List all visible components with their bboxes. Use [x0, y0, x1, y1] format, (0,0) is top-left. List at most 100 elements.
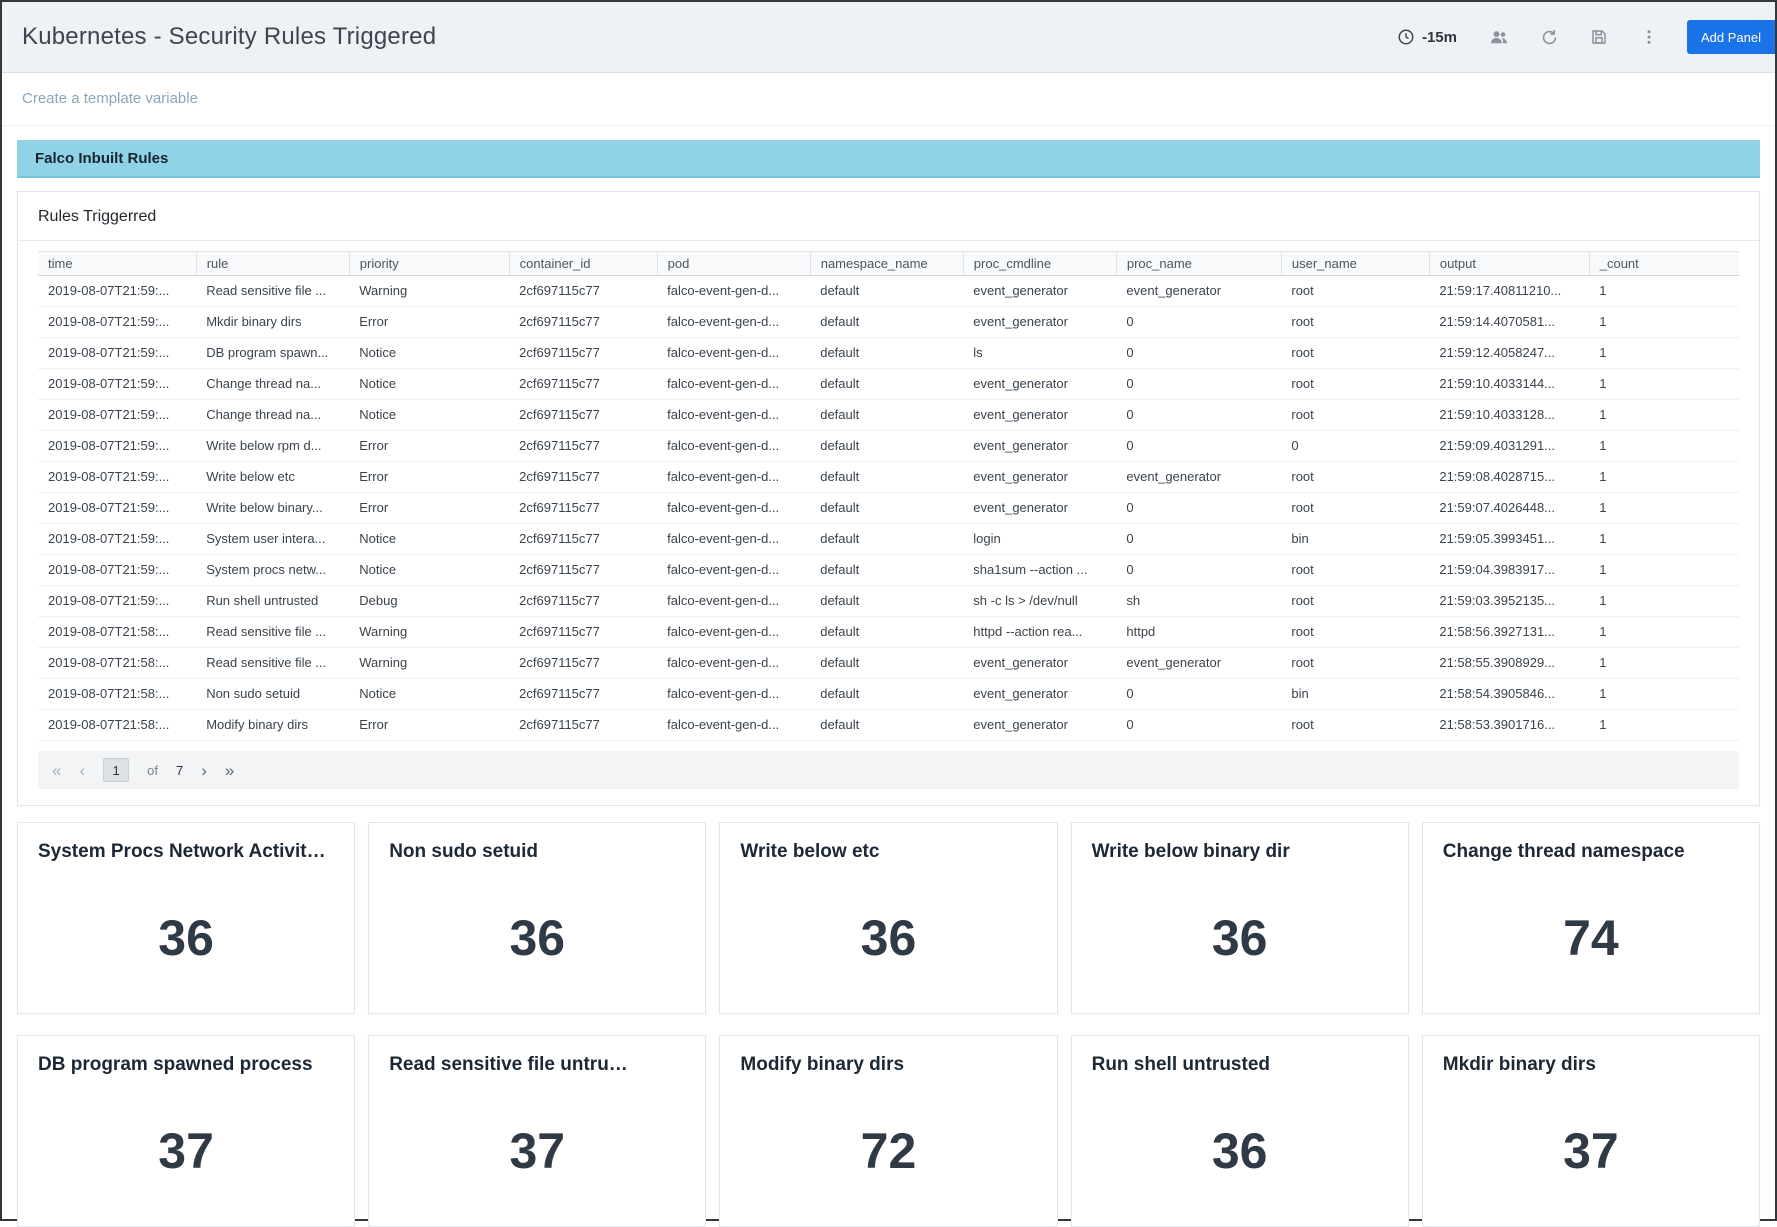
- column-header-output[interactable]: output: [1429, 251, 1590, 276]
- cell-priority: Notice: [349, 337, 510, 369]
- table-row[interactable]: 2019-08-07T21:59:... DB program spawn... N…: [38, 337, 1739, 369]
- table-row[interactable]: 2019-08-07T21:58:... Modify binary dirs Er…: [38, 709, 1739, 741]
- table-row[interactable]: 2019-08-07T21:59:... System procs netw...…: [38, 554, 1739, 586]
- table-row[interactable]: 2019-08-07T21:58:... Read sensitive file …: [38, 616, 1739, 648]
- header: Kubernetes - Security Rules Triggered -1…: [2, 2, 1775, 73]
- cell-container_id: 2cf697115c77: [509, 492, 658, 524]
- column-header-proc_cmdline[interactable]: proc_cmdline: [963, 251, 1117, 276]
- cell-output: 21:59:04.3983917...: [1429, 554, 1590, 586]
- column-header-_count[interactable]: _count: [1589, 251, 1739, 276]
- cell-container_id: 2cf697115c77: [509, 399, 658, 431]
- table-row[interactable]: 2019-08-07T21:59:... Write below rpm d...…: [38, 430, 1739, 462]
- dashboard-body: Falco Inbuilt Rules Rules Triggerred tim…: [2, 140, 1775, 1227]
- cell-output: 21:59:12.4058247...: [1429, 337, 1590, 369]
- prev-page-icon[interactable]: ‹: [79, 762, 85, 779]
- stat-card[interactable]: System Procs Network Activity Alerts 36: [17, 822, 356, 1014]
- table-row[interactable]: 2019-08-07T21:59:... Write below binary..…: [38, 492, 1739, 524]
- cell-proc_name: event_generator: [1116, 275, 1282, 307]
- cell-namespace_name: default: [810, 306, 964, 338]
- save-icon[interactable]: [1587, 25, 1611, 49]
- cell-rule: Non sudo setuid: [196, 678, 350, 710]
- cell-pod: falco-event-gen-d...: [657, 399, 811, 431]
- stat-card[interactable]: Non sudo setuid 36: [368, 822, 707, 1014]
- cell-proc_cmdline: ls: [963, 337, 1117, 369]
- column-header-priority[interactable]: priority: [349, 251, 510, 276]
- table-row[interactable]: 2019-08-07T21:59:... Read sensitive file …: [38, 275, 1739, 307]
- header-controls: -15m Add Panel: [1397, 20, 1775, 54]
- table-row[interactable]: 2019-08-07T21:59:... Run shell untrusted D…: [38, 585, 1739, 617]
- cell-user_name: root: [1281, 492, 1430, 524]
- cell-pod: falco-event-gen-d...: [657, 430, 811, 462]
- stat-card[interactable]: Read sensitive file untru… 37: [368, 1035, 707, 1227]
- table-row[interactable]: 2019-08-07T21:58:... Read sensitive file …: [38, 647, 1739, 679]
- cell-proc_cmdline: event_generator: [963, 461, 1117, 493]
- cell-pod: falco-event-gen-d...: [657, 275, 811, 307]
- cell-proc_name: httpd: [1116, 616, 1282, 648]
- cell-user_name: root: [1281, 616, 1430, 648]
- cell-time: 2019-08-07T21:59:...: [38, 492, 197, 524]
- cell-container_id: 2cf697115c77: [509, 585, 658, 617]
- next-page-icon[interactable]: ›: [201, 762, 207, 779]
- table-row[interactable]: 2019-08-07T21:59:... Change thread na... N…: [38, 399, 1739, 431]
- stat-card[interactable]: Run shell untrusted 36: [1070, 1035, 1409, 1227]
- refresh-icon[interactable]: [1537, 25, 1561, 49]
- table-row[interactable]: 2019-08-07T21:59:... System user intera..…: [38, 523, 1739, 555]
- stat-card[interactable]: Modify binary dirs 72: [719, 1035, 1058, 1227]
- stat-card[interactable]: Mkdir binary dirs 37: [1421, 1035, 1760, 1227]
- column-header-pod[interactable]: pod: [657, 251, 811, 276]
- cell-proc_cmdline: event_generator: [963, 709, 1117, 741]
- cell-output: 21:59:14.4070581...: [1429, 306, 1590, 338]
- add-panel-button[interactable]: Add Panel: [1687, 20, 1775, 54]
- stat-card-value: 37: [158, 1123, 214, 1179]
- table-row[interactable]: 2019-08-07T21:58:... Non sudo setuid Notic…: [38, 678, 1739, 710]
- cell-time: 2019-08-07T21:59:...: [38, 337, 197, 369]
- cell-priority: Notice: [349, 523, 510, 555]
- cell-rule: Change thread na...: [196, 368, 350, 400]
- column-header-container_id[interactable]: container_id: [509, 251, 658, 276]
- cell-namespace_name: default: [810, 647, 964, 679]
- create-template-variable-link[interactable]: Create a template variable: [22, 90, 198, 107]
- cell-_count: 1: [1589, 399, 1739, 431]
- column-header-rule[interactable]: rule: [196, 251, 350, 276]
- column-header-namespace_name[interactable]: namespace_name: [810, 251, 964, 276]
- cell-rule: System procs netw...: [196, 554, 350, 586]
- first-page-icon[interactable]: «: [52, 762, 61, 779]
- cell-time: 2019-08-07T21:59:...: [38, 523, 197, 555]
- cell-container_id: 2cf697115c77: [509, 430, 658, 462]
- cell-container_id: 2cf697115c77: [509, 275, 658, 307]
- stat-card-title: Non sudo setuid: [389, 841, 539, 862]
- current-page-input[interactable]: 1: [103, 758, 130, 782]
- cell-output: 21:58:54.3905846...: [1429, 678, 1590, 710]
- table-row[interactable]: 2019-08-07T21:59:... Change thread na... N…: [38, 368, 1739, 400]
- group-banner-falco-inbuilt-rules[interactable]: Falco Inbuilt Rules: [17, 140, 1760, 178]
- cell-proc_cmdline: event_generator: [963, 492, 1117, 524]
- stat-card[interactable]: Write below binary dir 36: [1070, 822, 1409, 1014]
- column-header-time[interactable]: time: [38, 251, 197, 276]
- stat-card-value: 74: [1563, 910, 1619, 966]
- cell-proc_name: event_generator: [1116, 461, 1282, 493]
- time-range-control[interactable]: -15m: [1397, 28, 1457, 46]
- cell-pod: falco-event-gen-d...: [657, 368, 811, 400]
- cell-output: 21:59:05.3993451...: [1429, 523, 1590, 555]
- table-row[interactable]: 2019-08-07T21:59:... Mkdir binary dirs Err…: [38, 306, 1739, 338]
- stat-card[interactable]: Change thread namespace 74: [1421, 822, 1760, 1014]
- page-title: Kubernetes - Security Rules Triggered: [22, 23, 437, 50]
- column-header-proc_name[interactable]: proc_name: [1116, 251, 1282, 276]
- cell-_count: 1: [1589, 523, 1739, 555]
- stat-card-title: Mkdir binary dirs: [1442, 1054, 1596, 1075]
- stat-card[interactable]: DB program spawned process 37: [17, 1035, 356, 1227]
- kebab-menu-icon[interactable]: [1637, 25, 1661, 49]
- cell-time: 2019-08-07T21:58:...: [38, 616, 197, 648]
- column-header-user_name[interactable]: user_name: [1281, 251, 1430, 276]
- stat-card[interactable]: Write below etc 36: [719, 822, 1058, 1014]
- group-banner-title: Falco Inbuilt Rules: [35, 149, 169, 167]
- cell-output: 21:59:09.4031291...: [1429, 430, 1590, 462]
- cell-priority: Debug: [349, 585, 510, 617]
- cell-user_name: root: [1281, 554, 1430, 586]
- people-icon[interactable]: [1487, 25, 1511, 49]
- table-row[interactable]: 2019-08-07T21:59:... Write below etc Error…: [38, 461, 1739, 493]
- stat-card-value: 36: [1211, 910, 1268, 966]
- cell-proc_name: 0: [1116, 523, 1282, 555]
- last-page-icon[interactable]: »: [225, 762, 234, 779]
- stat-card-title: Write below binary dir: [1091, 841, 1290, 862]
